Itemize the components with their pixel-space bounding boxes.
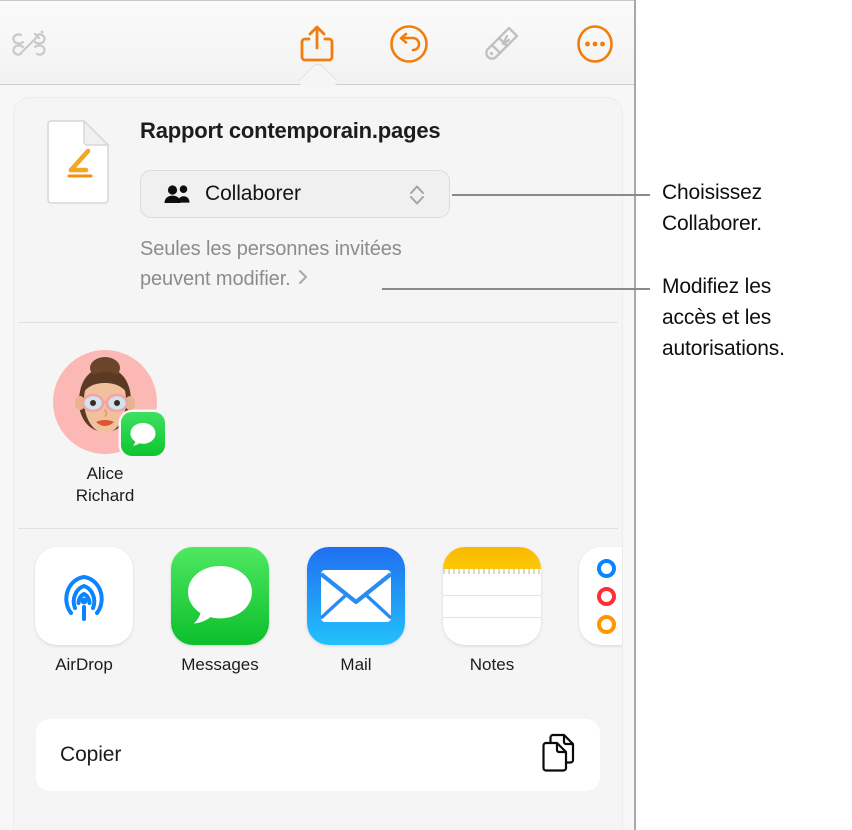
callout-2-line-2: accès et les (662, 306, 772, 329)
app-reminders[interactable]: R (579, 547, 622, 675)
smart-annotation-icon[interactable] (4, 21, 54, 67)
messages-icon (171, 547, 269, 645)
share-sheet: Rapport contemporain.pages Collaborer Se… (14, 98, 622, 830)
app-notes[interactable]: Notes (443, 547, 541, 675)
callout-1-line-2: Collaborer. (662, 212, 762, 235)
actions-list: Copier (14, 701, 622, 791)
chevron-up-down-icon (407, 182, 427, 213)
pages-document-icon (45, 119, 111, 204)
apps-strip: AirDrop Messages Mail Notes (35, 547, 622, 675)
contacts-row: Alice Richard (14, 323, 622, 528)
callout-1-line-1: Choisissez (662, 181, 763, 204)
contact-first-name: Alice (86, 464, 124, 483)
undo-icon[interactable] (384, 21, 434, 67)
notes-icon (443, 547, 541, 645)
popover-caret (296, 62, 340, 88)
collaborate-dropdown[interactable]: Collaborer (140, 170, 450, 218)
document-title: Rapport contemporain.pages (140, 118, 441, 143)
screenshot-root: Rapport contemporain.pages Collaborer Se… (0, 0, 852, 830)
avatar[interactable] (53, 350, 165, 456)
messages-badge-icon (121, 412, 165, 456)
permission-line-1: Seules les personnes invitées (140, 238, 402, 260)
callout-2-line-1: Modifiez les (662, 275, 772, 298)
airdrop-icon (35, 547, 133, 645)
chevron-right-icon[interactable] (297, 265, 309, 295)
more-icon[interactable] (570, 21, 620, 67)
permission-line-2: peuvent modifier. (140, 268, 291, 290)
permission-text[interactable]: Seules les personnes invitées peuvent mo… (140, 234, 402, 295)
copy-action-label: Copier (60, 743, 122, 766)
contact-last-name: Richard (75, 486, 135, 505)
leader-line-2 (382, 288, 650, 290)
contact-item[interactable]: Alice Richard (41, 350, 169, 507)
contact-name: Alice Richard (76, 463, 135, 507)
reminders-icon (579, 547, 622, 645)
app-window: Rapport contemporain.pages Collaborer Se… (0, 0, 636, 830)
share-icon[interactable] (292, 21, 342, 67)
format-brush-icon[interactable] (476, 21, 526, 67)
two-people-icon (163, 184, 191, 204)
app-label: Mail (340, 655, 372, 674)
app-airdrop[interactable]: AirDrop (35, 547, 133, 675)
permission-line-2-row: peuvent modifier. (140, 264, 402, 295)
app-label: Messages (181, 655, 259, 674)
app-label: Notes (469, 655, 515, 674)
app-messages[interactable]: Messages (171, 547, 269, 675)
copy-action-row[interactable]: Copier (36, 719, 600, 791)
mail-icon (307, 547, 405, 645)
collaborate-label: Collaborer (205, 182, 301, 205)
apps-row: AirDrop Messages Mail Notes (14, 529, 622, 701)
callout-2-line-3: autorisations. (662, 337, 785, 360)
app-mail[interactable]: Mail (307, 547, 405, 675)
app-label: AirDrop (55, 655, 113, 674)
leader-line-1 (452, 194, 650, 196)
copy-icon (540, 733, 576, 778)
